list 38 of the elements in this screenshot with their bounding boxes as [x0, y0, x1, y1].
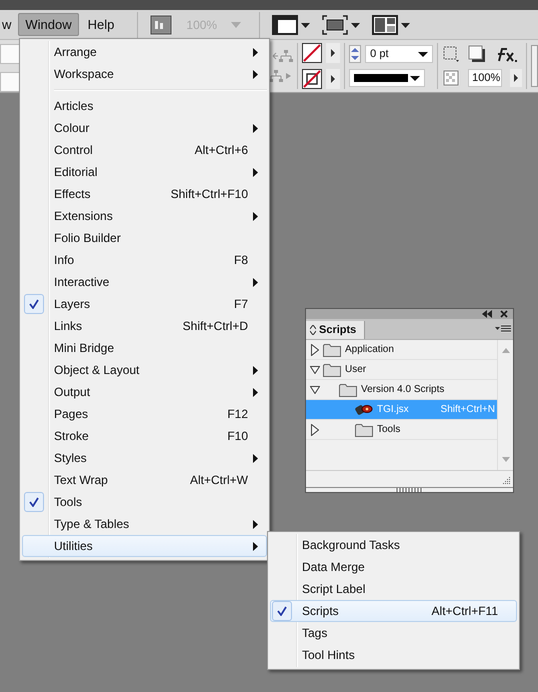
menu-item[interactable]: Scripts Alt+Ctrl+F11: [270, 600, 517, 622]
menu-bar-item[interactable]: w: [0, 13, 16, 36]
menu-item[interactable]: Styles: [22, 447, 267, 469]
panel-tab[interactable]: Scripts: [306, 321, 366, 339]
menu-bar-item[interactable]: Window: [18, 13, 79, 36]
opacity-field[interactable]: 100%: [468, 69, 502, 87]
tree-row[interactable]: Tools: [306, 420, 497, 440]
menu-item[interactable]: Output: [22, 381, 267, 403]
menu-item[interactable]: Text Wrap Alt+Ctrl+W: [22, 469, 267, 491]
menu-item[interactable]: Control Alt+Ctrl+6: [22, 139, 267, 161]
menu-item[interactable]: Tags: [270, 622, 517, 644]
menu-item[interactable]: Extensions: [22, 205, 267, 227]
menu-item[interactable]: Tool Hints: [270, 644, 517, 666]
menu-item[interactable]: Links Shift+Ctrl+D: [22, 315, 267, 337]
menu-item[interactable]: Utilities: [22, 535, 267, 557]
menu-item[interactable]: Interactive: [22, 271, 267, 293]
menu-item[interactable]: Script Label: [270, 578, 517, 600]
menu-item[interactable]: Info F8: [22, 249, 267, 271]
tree-row[interactable]: User: [306, 360, 497, 380]
menu-item[interactable]: Colour: [22, 117, 267, 139]
menu-item[interactable]: Tools: [22, 491, 267, 513]
menu-item[interactable]: Mini Bridge: [22, 337, 267, 359]
menu-item[interactable]: Background Tasks: [270, 534, 517, 556]
menu-item[interactable]: Data Merge: [270, 556, 517, 578]
menu-item[interactable]: Editorial: [22, 161, 267, 183]
menu-item[interactable]: Effects Shift+Ctrl+F10: [22, 183, 267, 205]
menu-item[interactable]: Type & Tables: [22, 513, 267, 535]
menu-item[interactable]: Folio Builder: [22, 227, 267, 249]
menu-item[interactable]: Object & Layout: [22, 359, 267, 381]
menu-item[interactable]: Workspace: [22, 63, 267, 85]
menu-item[interactable]: Pages F12: [22, 403, 267, 425]
stroke-weight-dropdown[interactable]: 0 pt: [365, 45, 434, 63]
tree-row[interactable]: Application: [306, 340, 497, 360]
menu-bar-item[interactable]: Help: [80, 13, 122, 36]
menu-item[interactable]: Arrange: [22, 41, 267, 63]
menu-item[interactable]: Articles: [22, 95, 267, 117]
menu-item[interactable]: Stroke F10: [22, 425, 267, 447]
menu-item[interactable]: Layers F7: [22, 293, 267, 315]
